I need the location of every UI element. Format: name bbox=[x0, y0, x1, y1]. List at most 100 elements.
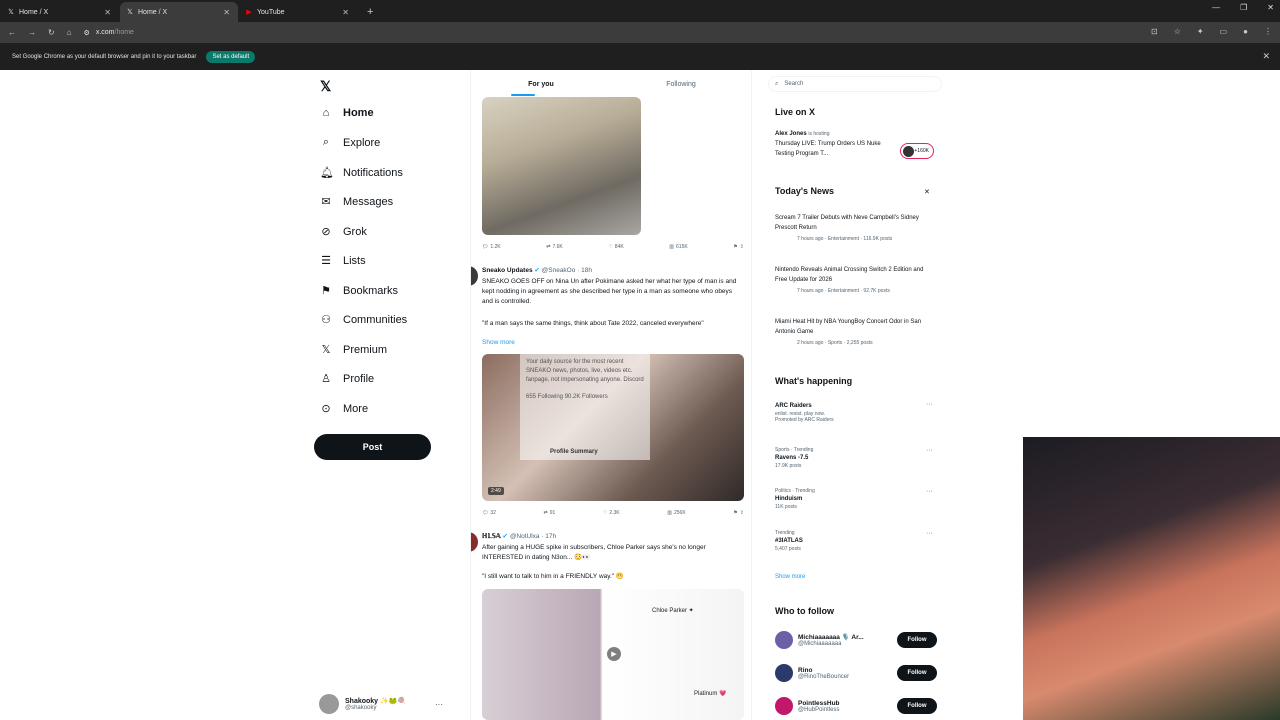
avatar[interactable] bbox=[471, 532, 478, 552]
bookmark-icon: ⚑ bbox=[733, 510, 738, 516]
new-tab-icon[interactable]: + bbox=[367, 2, 373, 22]
account-handle: @shakooky bbox=[345, 705, 377, 711]
sidepanel-icon[interactable]: ▭ bbox=[1220, 27, 1228, 36]
nav-notifications[interactable]: 🔔︎ Notifications bbox=[320, 166, 403, 180]
close-icon[interactable]: ✕ bbox=[223, 8, 230, 17]
nav-communities[interactable]: ⚇ Communities bbox=[320, 313, 407, 327]
close-window-icon[interactable]: ✕ bbox=[1267, 3, 1274, 12]
avatar[interactable] bbox=[775, 631, 793, 649]
bookmark-button[interactable]: ⚑ ⇪ bbox=[733, 244, 744, 250]
browser-tab-1[interactable]: 𝕏 Home / X ✕ bbox=[1, 2, 119, 22]
profile-summary-button[interactable]: Profile Summary bbox=[550, 448, 598, 457]
nav-home[interactable]: ⌂ Home bbox=[320, 107, 374, 119]
nav-lists[interactable]: ☰ Lists bbox=[320, 254, 366, 268]
more-dots-icon[interactable]: ··· bbox=[926, 401, 933, 408]
set-default-button[interactable]: Set as default bbox=[206, 50, 256, 63]
site-info-icon[interactable]: ⚙ bbox=[84, 29, 90, 37]
minimize-icon[interactable]: — bbox=[1212, 3, 1220, 12]
author-name[interactable]: Sneako Updates bbox=[482, 267, 533, 274]
x-logo-icon[interactable]: 𝕏 bbox=[320, 78, 331, 95]
tab-for-you[interactable]: For you bbox=[471, 70, 611, 98]
back-icon[interactable]: ← bbox=[8, 28, 16, 37]
trend-item[interactable]: ARC Raiders enlist. resist. play now. Pr… bbox=[775, 401, 935, 423]
nav-profile[interactable]: ♙ Profile bbox=[320, 372, 375, 386]
news-item[interactable]: Scream 7 Trailer Debuts with Neve Campbe… bbox=[775, 213, 935, 242]
account-switcher[interactable]: Shakooky ✨🐸🍭 @shakooky ··· bbox=[319, 694, 443, 714]
more-dots-icon[interactable]: ··· bbox=[926, 530, 933, 537]
more-dots-icon[interactable]: ··· bbox=[926, 488, 933, 495]
bookmark-button[interactable]: ⚑ ⇪ bbox=[733, 510, 744, 516]
tweet-video[interactable]: Chloe Parker ✦ Platinum 💗 ▶ bbox=[482, 589, 744, 720]
post-button[interactable]: Post bbox=[314, 434, 431, 460]
share-icon[interactable]: ⇪ bbox=[740, 510, 744, 516]
profile-icon[interactable]: ● bbox=[1243, 27, 1248, 36]
nav-explore[interactable]: ⌕ Explore bbox=[320, 136, 380, 149]
close-icon[interactable]: ✕ bbox=[1262, 51, 1270, 62]
search-placeholder: Search bbox=[784, 81, 804, 87]
nav-grok[interactable]: ⊘ Grok bbox=[320, 225, 366, 239]
repost-button[interactable]: ⇄ 7.6K bbox=[546, 244, 563, 250]
nav-label: Bookmarks bbox=[343, 284, 399, 297]
close-icon[interactable]: ✕ bbox=[104, 8, 111, 17]
like-button[interactable]: ♡ 2.3K bbox=[603, 510, 620, 516]
avatar[interactable] bbox=[775, 697, 793, 715]
section-title: Who to follow bbox=[775, 606, 834, 616]
like-button[interactable]: ♡ 84K bbox=[608, 244, 623, 250]
show-more-link[interactable]: Show more bbox=[775, 574, 805, 580]
nav-bookmarks[interactable]: ⚑ Bookmarks bbox=[320, 284, 399, 298]
browser-tab-3[interactable]: ▶ YouTube ✕ bbox=[239, 2, 357, 22]
home-button-icon[interactable]: ⌂ bbox=[67, 28, 72, 37]
trend-item[interactable]: Sports · Trending Ravens -7.5 17.9K post… bbox=[775, 447, 935, 469]
star-icon[interactable]: ☆ bbox=[1174, 27, 1181, 36]
author-handle[interactable]: @SneakOo · 18h bbox=[542, 267, 592, 274]
play-icon[interactable]: ▶ bbox=[607, 647, 621, 661]
more-dots-icon[interactable]: ··· bbox=[435, 700, 443, 709]
follow-suggestion[interactable]: Rino @RinoTheBouncer Follow bbox=[775, 664, 937, 682]
news-item[interactable]: Miami Heat Hit by NBA YoungBoy Concert O… bbox=[775, 317, 935, 346]
follow-suggestion[interactable]: PointlessHub @HubPointless Follow bbox=[775, 697, 937, 715]
nav-label: Home bbox=[343, 107, 374, 119]
search-input[interactable]: ⌕ Search bbox=[768, 76, 942, 92]
nav-messages[interactable]: ✉ Messages bbox=[320, 195, 393, 209]
forward-icon[interactable]: → bbox=[28, 28, 36, 37]
nav-premium[interactable]: 𝕏 Premium bbox=[320, 343, 387, 357]
follow-button[interactable]: Follow bbox=[897, 698, 937, 714]
share-icon[interactable]: ⇪ bbox=[740, 244, 744, 250]
trend-item[interactable]: Politics · Trending Hinduism 11K posts bbox=[775, 488, 935, 510]
views-button[interactable]: ▥ 256K bbox=[667, 510, 685, 516]
more-dots-icon[interactable]: ··· bbox=[926, 447, 933, 454]
trend-topic: Ravens -7.5 bbox=[775, 455, 809, 461]
news-item[interactable]: Nintendo Reveals Animal Crossing Switch … bbox=[775, 265, 935, 294]
address-bar[interactable]: ⚙ x.com/home bbox=[84, 29, 134, 37]
tab-title: Home / X bbox=[19, 8, 49, 16]
tweet-text: SNEAKO GOES OFF on Nina Un after Pokiman… bbox=[482, 278, 737, 305]
nav-label: Profile bbox=[343, 372, 375, 385]
tweet-image[interactable] bbox=[482, 97, 641, 235]
video-duration: 2:49 bbox=[488, 487, 504, 495]
install-icon[interactable]: ⊡ bbox=[1151, 27, 1158, 36]
repost-button[interactable]: ⇄ 91 bbox=[544, 510, 556, 516]
reply-button[interactable]: 💬︎ 32 bbox=[482, 510, 496, 516]
maximize-icon[interactable]: ❐ bbox=[1240, 3, 1247, 12]
close-icon[interactable]: ✕ bbox=[924, 188, 930, 196]
views-button[interactable]: ▥ 615K bbox=[669, 244, 687, 250]
reload-icon[interactable]: ↻ bbox=[48, 28, 55, 37]
extensions-icon[interactable]: ✦ bbox=[1197, 27, 1204, 36]
author-handle[interactable]: @NotUlxa · 17h bbox=[510, 533, 556, 540]
follow-suggestion[interactable]: Michiaaaaaaa 🎙️ Ar... @Michiaaaaaaa Foll… bbox=[775, 631, 937, 649]
close-icon[interactable]: ✕ bbox=[342, 8, 349, 17]
reply-icon: 💬︎ bbox=[482, 510, 489, 516]
trend-meta: Promoted by ARC Raiders bbox=[775, 417, 834, 423]
author-name[interactable]: ℍ𝕃𝕊𝔸 bbox=[482, 533, 501, 540]
trend-item[interactable]: Trending #3IATLAS 5,407 posts bbox=[775, 530, 935, 552]
live-listeners-badge[interactable]: +160K bbox=[900, 143, 934, 159]
browser-tab-2[interactable]: 𝕏 Home / X ✕ bbox=[120, 2, 238, 22]
nav-more[interactable]: ⊙ More bbox=[320, 402, 368, 416]
avatar[interactable] bbox=[775, 664, 793, 682]
tab-following[interactable]: Following bbox=[611, 70, 751, 98]
follow-button[interactable]: Follow bbox=[897, 665, 937, 681]
menu-icon[interactable]: ⋮ bbox=[1264, 27, 1272, 36]
reply-button[interactable]: 💬︎ 1.2K bbox=[482, 244, 501, 250]
avatar[interactable] bbox=[471, 266, 478, 286]
follow-button[interactable]: Follow bbox=[897, 632, 937, 648]
